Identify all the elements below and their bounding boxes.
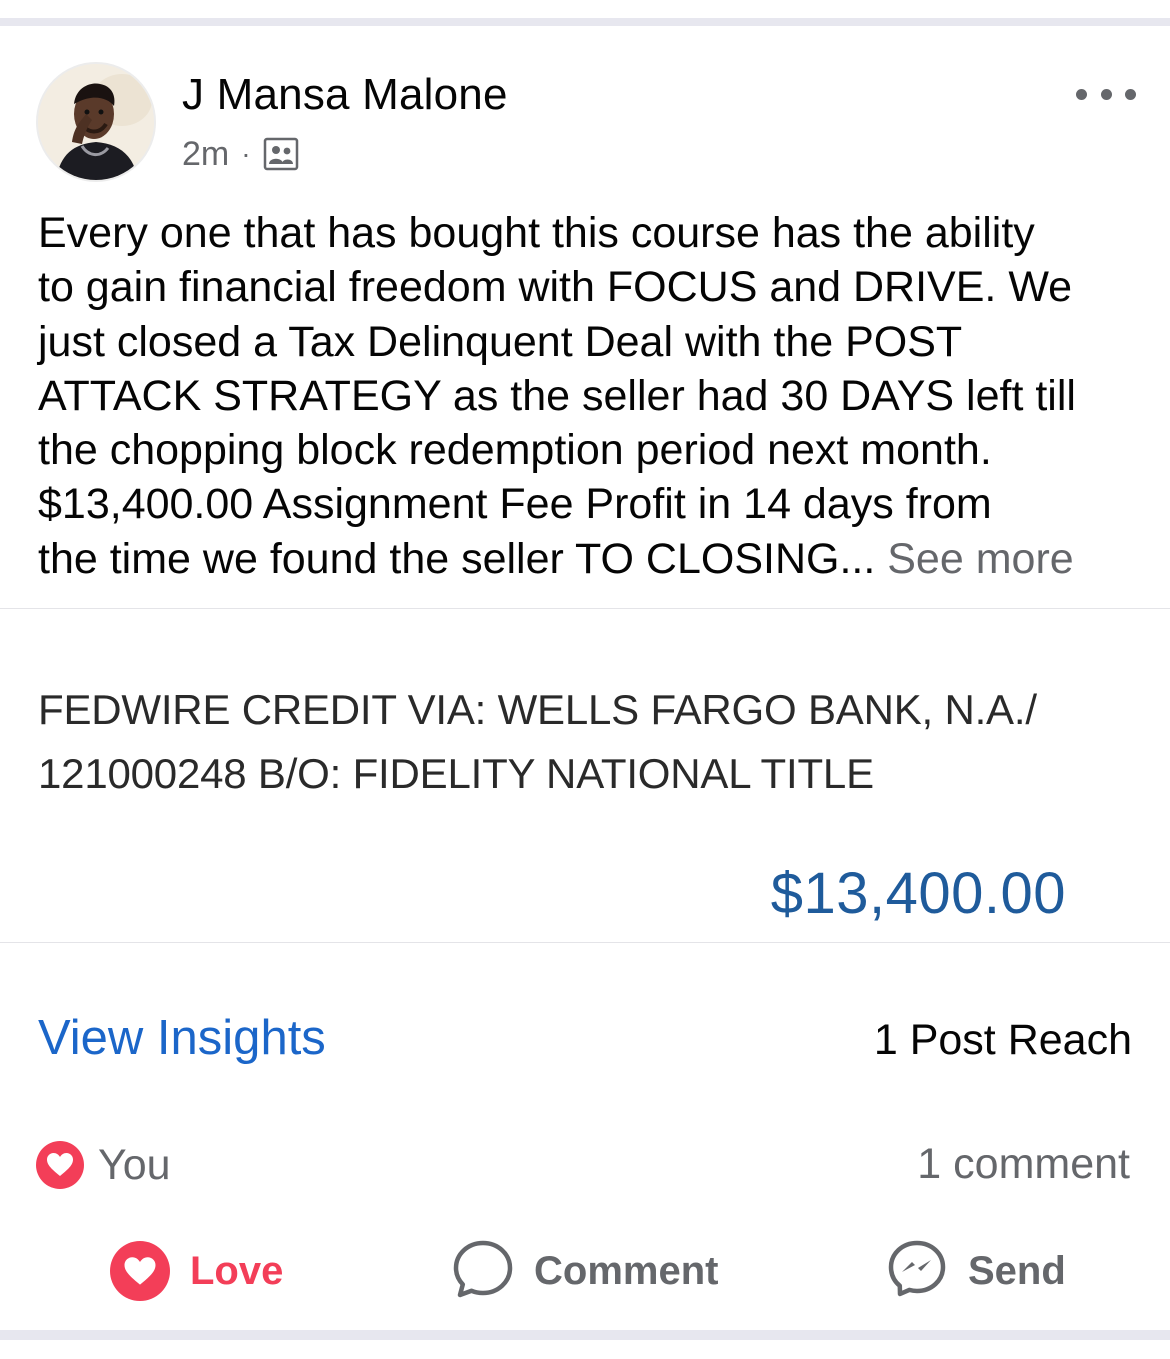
comment-button[interactable]: Comment [452,1240,718,1302]
comment-label: Comment [534,1248,719,1293]
post-reach-count: 1 Post Reach [873,1016,1132,1064]
wire-description-line: FEDWIRE CREDIT VIA: WELLS FARGO BANK, N.… [38,686,1037,733]
post-text-last-line: the time we found the seller TO CLOSING.… [38,532,1138,586]
more-dot-icon [1076,88,1087,100]
post-text-line: the chopping block redemption period nex… [38,426,992,475]
top-separator-band [0,18,1170,26]
view-insights-link[interactable]: View Insights [38,1010,326,1066]
post-text-line: just closed a Tax Delinquent Deal with t… [38,317,963,366]
see-more-link[interactable]: See more [887,535,1073,583]
send-button[interactable]: Send [886,1240,1066,1302]
more-dot-icon [1100,88,1112,100]
heart-icon [36,1141,84,1189]
love-button[interactable]: Love [110,1240,283,1302]
send-label: Send [968,1248,1066,1293]
reaction-by-label: You [98,1140,171,1189]
avatar-photo [38,64,154,180]
bottom-separator-band [0,1330,1170,1340]
post-text-line: $13,400.00 Assignment Fee Profit in 14 d… [38,480,992,529]
messenger-icon [886,1238,948,1305]
comment-count-link[interactable]: 1 comment [917,1140,1130,1189]
attachment-top-divider [0,608,1170,609]
more-options-button[interactable] [1076,80,1136,108]
meta-separator: · [241,138,251,169]
wire-description-line: 121000248 B/O: FIDELITY NATIONAL TITLE [38,750,874,797]
attached-photo[interactable]: FEDWIRE CREDIT VIA: WELLS FARGO BANK, N.… [0,610,1170,942]
post-time[interactable]: 2m [182,135,229,174]
post-text-line: ATTACK STRATEGY as the seller had 30 DAY… [38,371,1076,420]
comment-bubble-icon [452,1238,514,1305]
friends-group-icon[interactable] [263,136,299,172]
wire-amount: $13,400.00 [770,861,1066,926]
post-text-line: to gain financial freedom with FOCUS and… [38,263,1073,312]
author-name[interactable]: J Mansa Malone [182,70,508,120]
attachment-bottom-divider [0,942,1170,943]
heart-icon [110,1241,170,1301]
reactions-summary[interactable]: You [36,1140,171,1190]
post-meta: 2m · [182,132,299,176]
post-text-line: Every one that has bought this course ha… [38,209,1035,257]
post-text: Every one that has bought this course ha… [38,206,1138,586]
author-avatar[interactable] [36,62,156,182]
post-screen: J Mansa Malone 2m · Every one that has b… [0,0,1170,1359]
love-label: Love [190,1248,284,1293]
post-text-line: the time we found the seller TO CLOSING.… [38,534,876,583]
more-dot-icon [1125,88,1136,100]
